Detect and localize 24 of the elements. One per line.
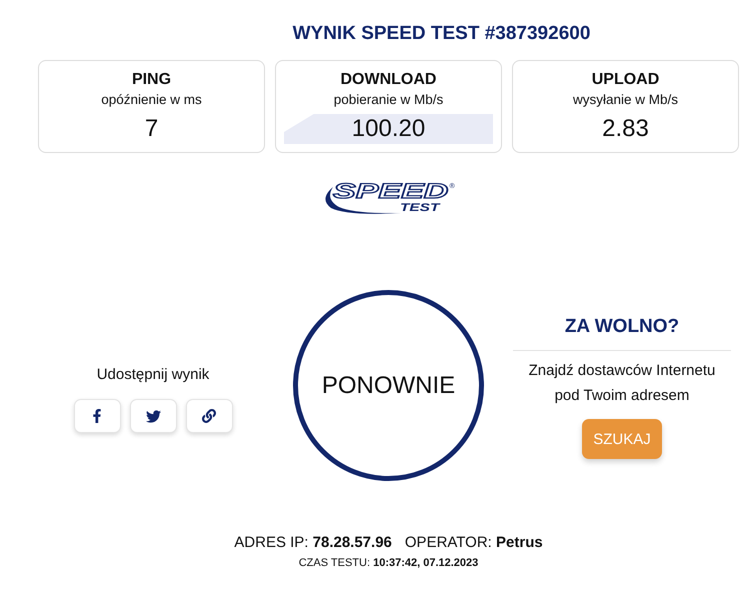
link-icon	[202, 409, 216, 423]
metric-unit: opóźnienie w ms	[101, 91, 202, 109]
logo-text: SPEED	[332, 182, 448, 202]
metric-name: DOWNLOAD	[340, 70, 436, 90]
promo-text: Znajdź dostawców Internetu pod Twoim adresem	[528, 361, 716, 406]
metric-unit: pobieranie w Mb/s	[334, 91, 444, 109]
promo-title: ZA WOLNO?	[564, 315, 680, 339]
test-time-text: CZAS TESTU: 10:37:42, 07.12.2023	[298, 556, 478, 571]
metric-name: PING	[132, 70, 172, 90]
retry-button[interactable]: PONOWNIE	[293, 290, 484, 481]
ip-address-text: ADRES IP: 78.28.57.96	[234, 533, 392, 553]
twitter-icon	[146, 408, 160, 424]
share-button[interactable]	[186, 399, 232, 433]
metric-value: 2.83	[602, 115, 649, 143]
share-button[interactable]	[74, 399, 120, 433]
metric-value: 100.20	[352, 115, 426, 143]
share-label: Udostępnij wynik	[96, 365, 210, 385]
share-button[interactable]	[130, 399, 176, 433]
metric-value: 7	[144, 115, 158, 143]
metric-unit: wysyłanie w Mb/s	[572, 91, 678, 109]
result-title: WYNIK SPEED TEST #387392600	[292, 22, 592, 46]
logo-subtext: TEST	[400, 203, 439, 214]
operator-text: OPERATOR: Petrus	[404, 533, 543, 553]
metric-name: UPLOAD	[592, 70, 660, 90]
